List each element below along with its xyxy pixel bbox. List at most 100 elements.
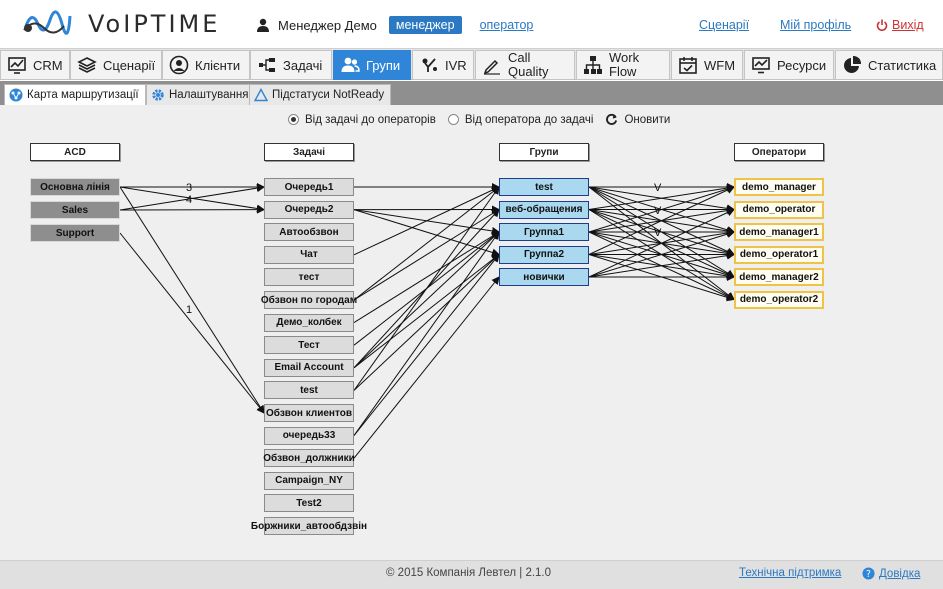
link-label-v1: V — [654, 182, 662, 194]
task-node[interactable]: Автообзвон — [264, 223, 354, 242]
sub-tabs: Карта маршрутизації Налаштування Підстат… — [0, 81, 943, 105]
help-icon: ? — [862, 567, 875, 580]
task-node[interactable]: test — [264, 381, 354, 400]
tab-label: CRM — [33, 57, 63, 73]
my-profile-link[interactable]: Мій профіль — [780, 18, 851, 32]
group-node[interactable]: Группа1 — [499, 223, 589, 241]
help-link[interactable]: ? Довідка — [862, 567, 920, 580]
pen-icon — [483, 59, 500, 75]
route-link — [353, 209, 500, 257]
group-node[interactable]: test — [499, 178, 589, 196]
task-node[interactable]: Campaign_NY — [264, 471, 354, 490]
task-node[interactable]: Чат — [264, 245, 354, 264]
tab-label: Задачі — [283, 57, 323, 73]
route-link — [353, 186, 500, 256]
task-node[interactable]: Test2 — [264, 494, 354, 513]
voiptime-logo[interactable]: VoIPTIME — [18, 4, 217, 42]
route-link — [353, 253, 500, 369]
workflow-icon — [584, 56, 602, 74]
task-node[interactable]: Email Account — [264, 358, 354, 377]
tab-groups[interactable]: Групи — [333, 50, 411, 80]
operator-node[interactable]: demo_manager2 — [734, 268, 824, 286]
acd-node[interactable]: Support — [30, 224, 120, 242]
gear-icon — [152, 89, 164, 101]
user-icon — [257, 18, 269, 32]
operator-node[interactable]: demo_operator1 — [734, 245, 824, 264]
subtab-label: Карта маршрутизації — [27, 89, 139, 101]
user-info: Менеджер Демо менеджер оператор — [256, 16, 533, 34]
task-node[interactable]: Обзвон_должники — [263, 449, 355, 468]
routing-map-icon — [9, 88, 23, 102]
link-label-3: 3 — [186, 182, 192, 194]
task-node[interactable]: Обзвон по городам — [261, 291, 357, 309]
operator-node[interactable]: demo_operator2 — [734, 290, 824, 309]
tab-crm[interactable]: CRM — [0, 50, 70, 80]
tab-clients[interactable]: Клієнти — [162, 50, 250, 80]
tab-label: Work Flow — [609, 50, 640, 79]
group-node[interactable]: веб-обращения — [499, 200, 589, 219]
scenarios-link[interactable]: Сценарії — [699, 18, 749, 32]
operator-node[interactable]: demo_operator — [734, 200, 824, 219]
task-node[interactable]: Демо_колбек — [264, 313, 354, 332]
user-name: Менеджер Демо — [278, 17, 377, 33]
operator-node[interactable]: demo_manager — [734, 178, 824, 196]
subtab-label: Налаштування — [169, 89, 249, 101]
route-link — [353, 253, 500, 391]
ivr-icon — [422, 58, 437, 72]
tab-call-quality[interactable]: Call Quality — [475, 50, 575, 80]
power-icon — [876, 19, 888, 31]
routing-links: 3 4 1 V V V — [119, 182, 735, 459]
tab-ivr[interactable]: IVR — [412, 50, 474, 80]
copyright: © 2015 Компанія Левтел | 2.1.0 — [386, 567, 552, 579]
group-node[interactable]: Группа2 — [499, 245, 589, 264]
logout-link[interactable]: Вихід — [876, 18, 924, 32]
route-link — [353, 186, 500, 301]
task-node[interactable]: Очередь2 — [264, 200, 354, 219]
pie-icon — [844, 55, 862, 73]
group-node[interactable]: новички — [499, 268, 589, 286]
task-node[interactable]: Тест — [264, 336, 354, 355]
tab-work-flow[interactable]: Work Flow — [576, 50, 670, 80]
task-node[interactable]: Боржники_автообдзвін — [251, 517, 367, 535]
person-icon — [169, 55, 189, 75]
subtab-notready[interactable]: Підстатуси NotReady — [249, 84, 392, 105]
route-link — [353, 208, 500, 301]
footer: © 2015 Компанія Левтел | 2.1.0 Технічна … — [0, 560, 943, 589]
route-link — [353, 231, 500, 346]
monitor-icon — [752, 57, 770, 74]
subtab-settings[interactable]: Налаштування — [146, 84, 256, 105]
acd-node[interactable]: Основна лінія — [30, 178, 120, 196]
top-bar: VoIPTIME Менеджер Демо менеджер оператор… — [0, 0, 943, 48]
tab-statistics[interactable]: Статистика — [835, 50, 943, 80]
tab-scenarios[interactable]: Сценарії — [70, 50, 162, 80]
routing-map-panel: Від задачі до операторів Від оператора д… — [0, 105, 943, 560]
acd-node[interactable]: Sales — [30, 201, 120, 219]
logout-label: Вихід — [892, 18, 924, 32]
subtab-routing-map[interactable]: Карта маршрутизації — [4, 84, 146, 105]
link-lines — [119, 183, 735, 459]
tab-label: WFM — [704, 57, 736, 73]
route-link — [353, 231, 500, 369]
tab-label: IVR — [445, 57, 467, 73]
task-node[interactable]: Обзвон клиентов — [264, 404, 354, 422]
role-operator-link[interactable]: оператор — [480, 18, 534, 32]
main-tabs: CRM Сценарії Клієнти Задачі Групи IVR Ca… — [0, 48, 943, 80]
task-node[interactable]: очередь33 — [264, 426, 354, 445]
route-link — [353, 231, 500, 324]
tab-label: Клієнти — [195, 57, 241, 73]
calendar-icon — [679, 57, 697, 74]
operator-node[interactable]: demo_manager1 — [734, 223, 824, 241]
link-label-v2: V — [654, 205, 662, 217]
tech-support-link[interactable]: Технічна підтримка — [739, 567, 841, 579]
route-link — [119, 232, 265, 414]
tab-tasks[interactable]: Задачі — [250, 50, 332, 80]
task-node[interactable]: тест — [264, 268, 354, 287]
route-link — [119, 186, 265, 414]
tab-resources[interactable]: Ресурси — [744, 50, 834, 80]
tab-label: Статистика — [868, 57, 937, 73]
logo-text: VoIPTIME — [88, 10, 221, 38]
role-manager-badge[interactable]: менеджер — [388, 16, 462, 34]
tab-wfm[interactable]: WFM — [671, 50, 743, 80]
route-link — [353, 276, 500, 459]
task-node[interactable]: Очередь1 — [264, 178, 354, 196]
